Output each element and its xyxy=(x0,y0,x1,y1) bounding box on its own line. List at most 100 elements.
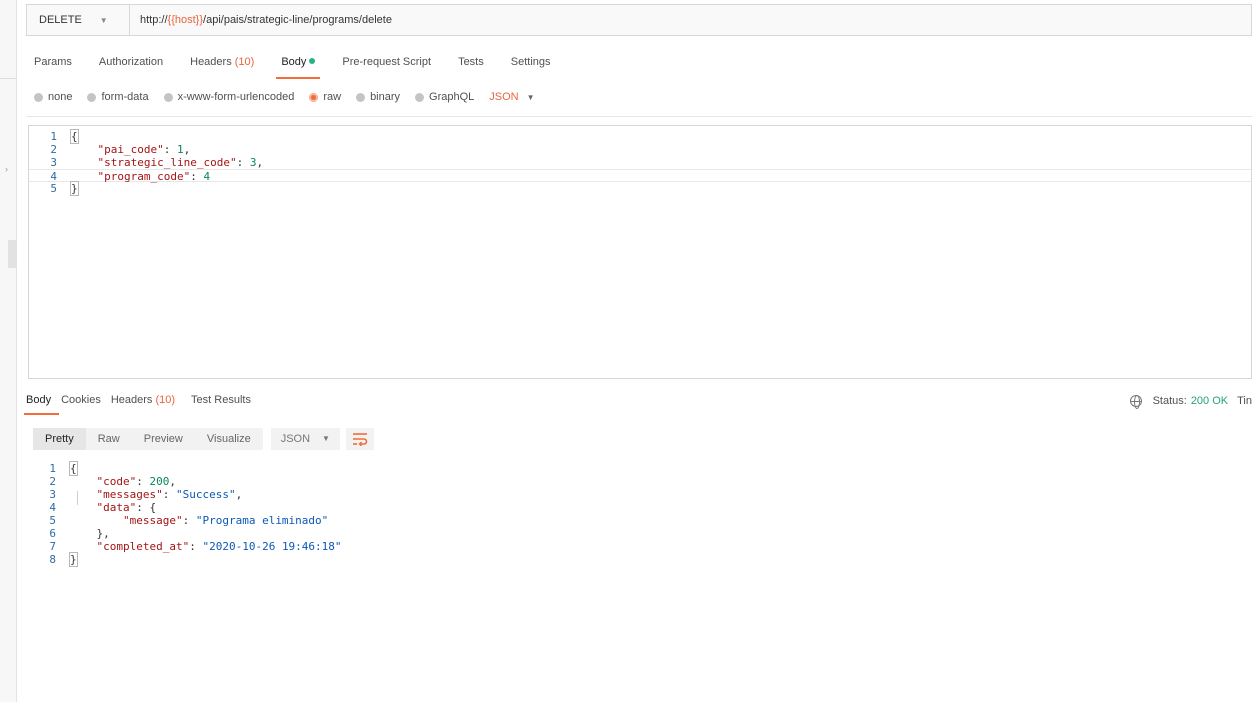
response-format-select[interactable]: JSON ▼ xyxy=(270,428,340,450)
response-format-label: JSON xyxy=(280,433,311,445)
radio-dot xyxy=(356,92,366,102)
line-number: 2 xyxy=(50,143,57,156)
json-string: "2020-10-26 19:46:18" xyxy=(202,540,342,553)
radio-none[interactable]: none xyxy=(34,91,72,103)
json-punct: , xyxy=(235,488,243,501)
url-path: /api/pais/strategic-line/programs/delete xyxy=(203,14,392,26)
body-format-label: JSON xyxy=(489,91,519,103)
view-preview-button[interactable]: Preview xyxy=(132,428,195,450)
tab-headers[interactable]: Headers (10) xyxy=(190,56,254,76)
sidebar-scroll-thumb[interactable] xyxy=(8,240,17,268)
tab-tests[interactable]: Tests xyxy=(458,56,484,76)
code-line: 2 "pai_code": 1, xyxy=(29,143,1251,156)
resp-tab-headers[interactable]: Headers (10) xyxy=(111,394,175,406)
code-line: 5 } xyxy=(29,181,1251,196)
chevron-down-icon: ▼ xyxy=(322,434,330,443)
json-key: "message" xyxy=(122,514,183,527)
time-label: Tin xyxy=(1237,395,1252,407)
tab-authorization[interactable]: Authorization xyxy=(99,56,163,76)
view-visualize-button[interactable]: Visualize xyxy=(195,428,263,450)
url-bar: DELETE ▼ http://{{host}}/api/pais/strate… xyxy=(26,4,1252,36)
code-line: 1 { xyxy=(29,129,1251,144)
globe-icon[interactable] xyxy=(1129,395,1142,409)
radio-dot xyxy=(415,92,425,102)
url-prefix: http:// xyxy=(140,14,168,26)
code-line: 7 "completed_at": "2020-10-26 19:46:18" xyxy=(28,540,528,553)
chevron-down-icon: ▼ xyxy=(99,15,108,25)
line-number: 1 xyxy=(50,130,57,143)
radio-raw[interactable]: raw xyxy=(309,91,341,103)
tab-body-label: Body xyxy=(281,56,307,68)
code-line: 3 "messages": "Success", xyxy=(28,488,528,501)
request-pane: DELETE ▼ http://{{host}}/api/pais/strate… xyxy=(17,0,1252,702)
line-number: 3 xyxy=(50,156,57,169)
view-pretty-button[interactable]: Pretty xyxy=(33,428,86,450)
radio-binary[interactable]: binary xyxy=(356,91,400,103)
code-line: 1 { xyxy=(28,461,528,476)
resp-tab-test-results[interactable]: Test Results xyxy=(191,394,251,406)
sidebar-expand-icon[interactable]: › xyxy=(5,164,8,174)
code-line-current: 4 "program_code": 4 xyxy=(29,169,1251,183)
status-value[interactable]: 200 OK xyxy=(1191,395,1228,407)
radio-dot-selected xyxy=(309,92,319,102)
code-line: 4 "data": { xyxy=(28,501,528,514)
resp-tab-headers-label: Headers xyxy=(110,394,153,406)
json-punct: : { xyxy=(136,501,157,514)
json-string: "Programa eliminado" xyxy=(195,514,329,527)
line-number: 5 xyxy=(50,182,57,195)
code-line: 3 "strategic_line_code": 3, xyxy=(29,156,1251,169)
tab-body[interactable]: Body xyxy=(276,56,321,79)
url-variable: {{host}} xyxy=(167,14,204,26)
response-body-viewer[interactable]: 1 { 2 "code": 200, 3 "messages": "Succes… xyxy=(28,461,528,567)
method-select[interactable]: DELETE ▼ xyxy=(27,5,130,35)
headers-count: (10) xyxy=(155,394,176,406)
line-number: 6 xyxy=(49,527,56,540)
wrap-lines-icon xyxy=(352,433,368,446)
radio-urlencoded[interactable]: x-www-form-urlencoded xyxy=(163,91,295,103)
body-type-selector: none form-data x-www-form-urlencoded raw… xyxy=(34,91,535,103)
tab-prerequest-script[interactable]: Pre-request Script xyxy=(342,56,431,76)
json-key: "completed_at" xyxy=(96,540,190,553)
json-punct: , xyxy=(256,156,264,169)
view-raw-button[interactable]: Raw xyxy=(86,428,132,450)
code-line: 8 } xyxy=(28,552,528,567)
tab-headers-label: Headers xyxy=(190,56,232,68)
response-tabs: Body Cookies Headers (10) Test Results xyxy=(23,394,261,415)
request-body-editor[interactable]: 1 { 2 "pai_code": 1, 3 "strategic_line_c… xyxy=(28,125,1252,379)
body-format-select[interactable]: JSON ▼ xyxy=(489,91,534,103)
code-text: } xyxy=(70,181,79,196)
url-input[interactable]: http://{{host}}/api/pais/strategic-line/… xyxy=(130,14,392,26)
radio-label: x-www-form-urlencoded xyxy=(177,91,295,103)
sidebar-edge: › xyxy=(0,0,17,702)
resp-tab-cookies[interactable]: Cookies xyxy=(61,394,101,406)
json-number: 200 xyxy=(149,475,170,488)
radio-graphql[interactable]: GraphQL xyxy=(415,91,474,103)
line-number: 4 xyxy=(49,501,56,514)
sidebar-divider xyxy=(0,78,17,79)
json-key: "code" xyxy=(96,475,137,488)
radio-dot xyxy=(34,92,43,102)
line-number: 3 xyxy=(49,488,56,501)
json-punct: , xyxy=(183,143,191,156)
response-status: Status: 200 OK Tin xyxy=(1129,395,1252,409)
code-line: 6 }, xyxy=(28,527,528,540)
code-line: 5 "message": "Programa eliminado" xyxy=(28,514,528,527)
status-label: Status: xyxy=(1152,395,1187,407)
line-number: 4 xyxy=(50,170,57,183)
headers-count: (10) xyxy=(234,56,255,68)
radio-label: form-data xyxy=(101,91,149,103)
radio-dot xyxy=(87,92,97,102)
line-number: 7 xyxy=(49,540,56,553)
tab-settings[interactable]: Settings xyxy=(511,56,551,76)
json-key: "data" xyxy=(96,501,137,514)
request-tabs: Params Authorization Headers (10) Body P… xyxy=(34,56,578,79)
json-key: "strategic_line_code" xyxy=(97,156,237,169)
wrap-lines-button[interactable] xyxy=(345,428,374,450)
radio-label: raw xyxy=(323,91,342,103)
resp-tab-body[interactable]: Body xyxy=(23,394,60,415)
tab-params[interactable]: Params xyxy=(34,56,72,76)
line-number: 2 xyxy=(49,475,56,488)
radio-form-data[interactable]: form-data xyxy=(87,91,149,103)
divider xyxy=(26,116,1252,117)
radio-label: binary xyxy=(370,91,401,103)
